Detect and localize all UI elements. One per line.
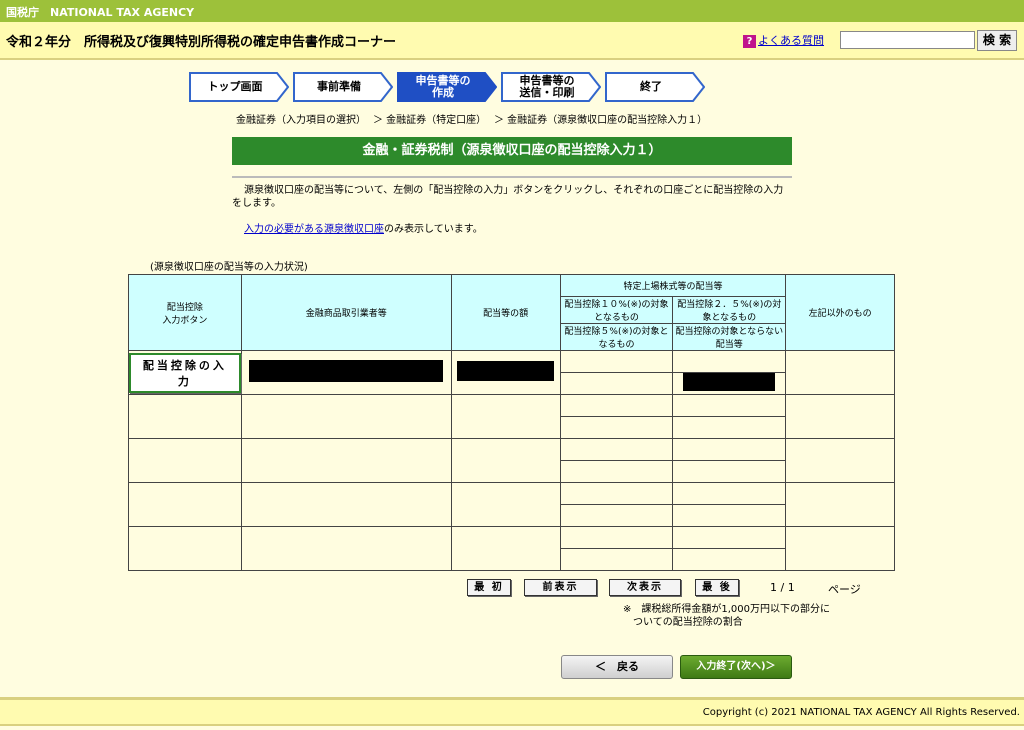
dividend-table: 配当控除 入力ボタン 金融商品取引業者等 配当等の額 特定上場株式等の配当等 左… bbox=[128, 274, 895, 571]
step-label: 申告書等の 作成 bbox=[415, 74, 471, 99]
table-cell bbox=[128, 394, 242, 439]
table-cell bbox=[240, 482, 452, 527]
header-listed-group: 特定上場株式等の配当等 bbox=[559, 274, 787, 297]
footnote: ※ 課税総所得金額が1,000万円以下の部分に ついての配当控除の割合 bbox=[623, 604, 831, 628]
table-cell bbox=[785, 394, 895, 439]
table-caption: (源泉徴収口座の配当等の入力状況) bbox=[150, 262, 308, 273]
copyright: Copyright (c) 2021 NATIONAL TAX AGENCY A… bbox=[702, 707, 1020, 718]
header-broker: 金融商品取引業者等 bbox=[240, 274, 452, 351]
table-cell bbox=[785, 438, 895, 483]
note-text: のみ表示しています。 bbox=[384, 224, 483, 235]
table-cell bbox=[559, 482, 674, 505]
breadcrumb-item: 金融証券（入力項目の選択） bbox=[236, 115, 366, 126]
table-cell bbox=[785, 482, 895, 527]
finish-next-button[interactable]: 入力終了(次へ)＞ bbox=[680, 655, 792, 679]
table-cell bbox=[240, 526, 452, 571]
table-cell bbox=[128, 482, 242, 527]
step-label: 事前準備 bbox=[317, 80, 361, 93]
table-cell bbox=[672, 504, 787, 527]
step-label: トップ画面 bbox=[207, 80, 263, 93]
header-none: 配当控除の対象とならない配当等 bbox=[672, 323, 787, 351]
prev-page-button[interactable]: 前表示 bbox=[524, 579, 597, 596]
table-cell bbox=[672, 350, 787, 373]
page-indicator: 1 / 1 bbox=[770, 581, 795, 594]
divider bbox=[232, 176, 792, 178]
redacted-block bbox=[457, 361, 555, 381]
dividend-input-button[interactable]: 配当控除の入力 bbox=[129, 352, 241, 393]
first-page-button[interactable]: 最 初 bbox=[467, 579, 511, 596]
footer: Copyright (c) 2021 NATIONAL TAX AGENCY A… bbox=[0, 697, 1024, 726]
table-cell bbox=[128, 526, 242, 571]
table-cell bbox=[559, 460, 674, 483]
table-cell bbox=[672, 548, 787, 571]
header-amount: 配当等の額 bbox=[450, 274, 561, 351]
faq-link[interactable]: ? よくある質問 bbox=[743, 32, 824, 48]
header: 令和２年分 所得税及び復興特別所得税の確定申告書作成コーナー ? よくある質問 検… bbox=[0, 22, 1024, 60]
table-cell bbox=[785, 526, 895, 571]
note: 入力の必要がある源泉徴収口座のみ表示しています。 bbox=[244, 220, 483, 235]
breadcrumb-item: ＞ 金融証券（源泉徴収口座の配当控除入力１） bbox=[494, 115, 708, 126]
redacted-block bbox=[249, 360, 444, 382]
header-button-col: 配当控除 入力ボタン bbox=[128, 274, 242, 351]
header-rate5: 配当控除５%(※)の対象となるもの bbox=[559, 323, 674, 351]
search-input[interactable] bbox=[840, 31, 975, 49]
table-cell bbox=[450, 394, 561, 439]
redacted-block bbox=[683, 373, 776, 391]
table-cell bbox=[672, 438, 787, 461]
step-label: 終了 bbox=[640, 80, 662, 93]
agency-bar: 国税庁 NATIONAL TAX AGENCY bbox=[0, 0, 1024, 22]
table-cell bbox=[240, 350, 452, 395]
table-cell bbox=[672, 372, 787, 395]
table-cell bbox=[559, 416, 674, 439]
table-cell bbox=[559, 372, 674, 395]
table-cell bbox=[450, 526, 561, 571]
table-cell bbox=[559, 526, 674, 549]
table-cell bbox=[128, 438, 242, 483]
table-cell bbox=[450, 482, 561, 527]
page-label: ページ bbox=[828, 583, 861, 596]
description: 源泉徴収口座の配当等について、左側の「配当控除の入力」ボタンをクリックし、それぞ… bbox=[232, 185, 784, 209]
table-cell bbox=[785, 350, 895, 395]
table-cell bbox=[450, 438, 561, 483]
table-cell: 配当控除の入力 bbox=[128, 350, 242, 395]
header-rate25: 配当控除２．５%(※)の対象となるもの bbox=[672, 296, 787, 324]
table-cell bbox=[240, 438, 452, 483]
table-cell bbox=[559, 504, 674, 527]
breadcrumb-item: ＞ 金融証券（特定口座） bbox=[373, 115, 487, 126]
table-cell bbox=[559, 438, 674, 461]
step-label: 申告書等の 送信・印刷 bbox=[519, 74, 575, 99]
table-cell bbox=[559, 548, 674, 571]
next-page-button[interactable]: 次表示 bbox=[609, 579, 681, 596]
table-cell bbox=[672, 460, 787, 483]
last-page-button[interactable]: 最 後 bbox=[695, 579, 739, 596]
header-rate10: 配当控除１０%(※)の対象となるもの bbox=[559, 296, 674, 324]
app-title: 令和２年分 所得税及び復興特別所得税の確定申告書作成コーナー bbox=[6, 35, 397, 50]
page-title: 金融・証券税制（源泉徴収口座の配当控除入力１） bbox=[232, 137, 792, 165]
table-cell bbox=[672, 526, 787, 549]
back-button[interactable]: ＜ 戻る bbox=[561, 655, 673, 679]
help-icon: ? bbox=[743, 35, 756, 48]
header-other: 左記以外のもの bbox=[785, 274, 895, 351]
table-cell bbox=[559, 350, 674, 373]
table-cell bbox=[240, 394, 452, 439]
faq-label: よくある質問 bbox=[758, 34, 824, 47]
table-cell bbox=[559, 394, 674, 417]
agency-name: 国税庁 NATIONAL TAX AGENCY bbox=[6, 6, 195, 19]
table-cell bbox=[672, 482, 787, 505]
search-button[interactable]: 検 索 bbox=[977, 30, 1017, 51]
table-cell bbox=[672, 416, 787, 439]
table-cell bbox=[450, 350, 561, 395]
withholding-account-link[interactable]: 入力の必要がある源泉徴収口座 bbox=[244, 224, 384, 235]
table-cell bbox=[672, 394, 787, 417]
